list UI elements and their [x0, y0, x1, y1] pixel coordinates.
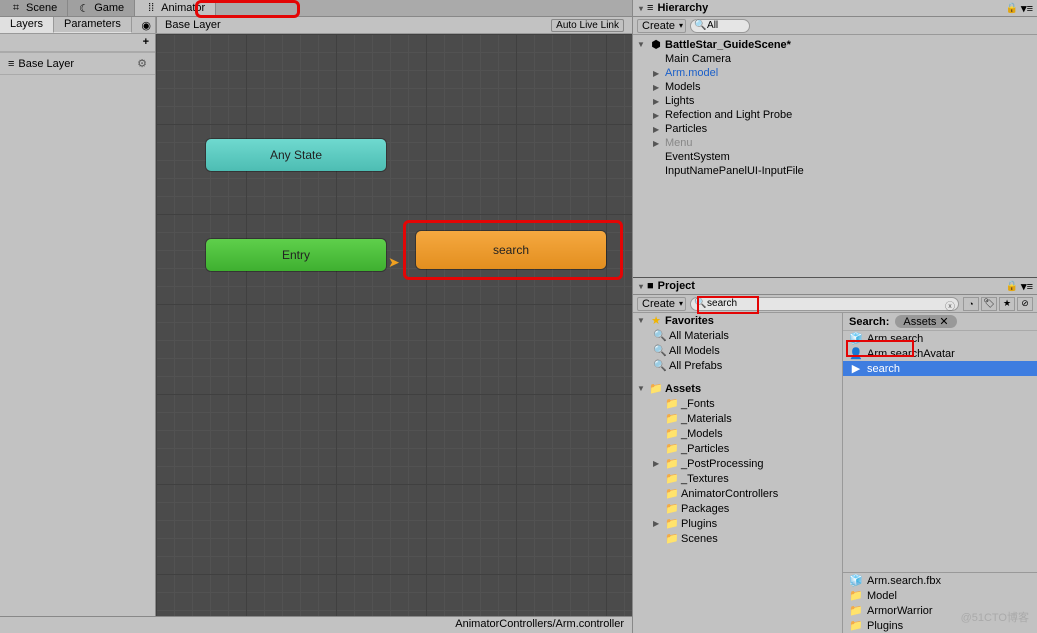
- highlight-search-node: [403, 220, 623, 280]
- panel-menu-icon[interactable]: ▾≡: [1021, 2, 1033, 15]
- animator-graph[interactable]: Any State Entry ➤ search: [156, 34, 632, 616]
- hierarchy-item[interactable]: EventSystem: [633, 150, 1037, 164]
- lock-icon[interactable]: 🔒: [1006, 3, 1018, 14]
- hierarchy-create-button[interactable]: Create: [637, 19, 686, 33]
- hierarchy-item[interactable]: ▶Models: [633, 80, 1037, 94]
- clear-icon[interactable]: ⓧ: [945, 298, 955, 313]
- assets-label: Assets: [665, 383, 701, 395]
- project-footer-item[interactable]: 📁Model: [843, 588, 1037, 603]
- panel-tri-icon: ▾: [639, 282, 643, 291]
- project-title: Project: [658, 280, 695, 292]
- highlight-animator-tab: [195, 0, 300, 18]
- favorites-label: Favorites: [665, 315, 714, 327]
- eye-toggle[interactable]: ◉: [132, 17, 156, 33]
- favorite-item[interactable]: 🔍All Materials: [633, 328, 842, 343]
- hierarchy-item[interactable]: ▶Refection and Light Probe: [633, 108, 1037, 122]
- game-icon: ☾: [78, 2, 90, 15]
- filter-icon[interactable]: ◔: [963, 297, 979, 311]
- panel-tri-icon: ▾: [639, 4, 643, 13]
- favorite-item[interactable]: 🔍All Models: [633, 343, 842, 358]
- lock-icon[interactable]: 🔒: [1006, 281, 1018, 292]
- project-footer-item[interactable]: 🧊Arm.search.fbx: [843, 573, 1037, 588]
- highlight-search-result: [846, 340, 914, 357]
- watermark: @51CTO博客: [961, 609, 1029, 625]
- panel-menu-icon[interactable]: ▾≡: [1021, 280, 1033, 293]
- hierarchy-tree[interactable]: ▼⬢ BattleStar_GuideScene* Main Camera▶Ar…: [633, 35, 1037, 277]
- layer-label: Base Layer: [18, 58, 74, 70]
- game-tab-label: Game: [94, 2, 124, 14]
- asset-folder[interactable]: 📁_Models: [633, 426, 842, 441]
- scene-tab-label: Scene: [26, 2, 57, 14]
- hierarchy-item[interactable]: InputNamePanelUI-InputFile: [633, 164, 1037, 178]
- layer-row[interactable]: ≡ Base Layer ⚙: [0, 52, 155, 75]
- project-create-button[interactable]: Create: [637, 297, 686, 311]
- hierarchy-filter-input[interactable]: [707, 20, 733, 31]
- project-result-item[interactable]: ▶search: [843, 361, 1037, 376]
- asset-folder[interactable]: 📁_Materials: [633, 411, 842, 426]
- hierarchy-search[interactable]: 🔍: [690, 19, 750, 33]
- highlight-search-field: [697, 296, 759, 314]
- asset-folder[interactable]: 📁AnimatorControllers: [633, 486, 842, 501]
- hierarchy-title: Hierarchy: [657, 2, 708, 14]
- hierarchy-item[interactable]: ▶Lights: [633, 94, 1037, 108]
- layers-tab[interactable]: Layers: [0, 17, 54, 33]
- hierarchy-item[interactable]: ▶Arm.model: [633, 66, 1037, 80]
- hidden-icon[interactable]: ⊘: [1017, 297, 1033, 311]
- search-label: Search:: [849, 316, 889, 328]
- add-layer-button[interactable]: +: [143, 36, 149, 49]
- label-icon[interactable]: 🏷: [981, 297, 997, 311]
- hierarchy-item[interactable]: ▶Menu: [633, 136, 1037, 150]
- scene-name: BattleStar_GuideScene*: [665, 39, 791, 51]
- transition-arrow: ➤: [388, 254, 400, 271]
- asset-folder[interactable]: ▶📁Plugins: [633, 516, 842, 531]
- favorite-item[interactable]: 🔍All Prefabs: [633, 358, 842, 373]
- parameters-tab[interactable]: Parameters: [54, 17, 132, 33]
- asset-folder[interactable]: 📁Packages: [633, 501, 842, 516]
- project-results[interactable]: 🧊Arm.search👤Arm.searchAvatar▶search: [843, 331, 1037, 572]
- assets-filter-pill[interactable]: Assets✕: [895, 315, 956, 328]
- animator-icon: ⁞⁞: [145, 2, 157, 14]
- project-folders[interactable]: ▼★Favorites 🔍All Materials🔍All Models🔍Al…: [633, 313, 843, 633]
- gear-icon[interactable]: ⚙: [137, 57, 147, 70]
- animator-path: AnimatorControllers/Arm.controller: [0, 616, 632, 633]
- layer-lines-icon: ≡: [8, 58, 14, 70]
- game-tab[interactable]: ☾ Game: [68, 0, 135, 16]
- favorites-row[interactable]: ▼★Favorites: [633, 313, 842, 328]
- asset-folder[interactable]: 📁Scenes: [633, 531, 842, 546]
- hierarchy-item[interactable]: ▶Particles: [633, 122, 1037, 136]
- breadcrumb: Base Layer: [165, 19, 221, 31]
- unity-icon: ⬢: [649, 38, 663, 51]
- asset-folder[interactable]: ▶📁_PostProcessing: [633, 456, 842, 471]
- auto-live-link-button[interactable]: Auto Live Link: [551, 19, 624, 32]
- star-icon[interactable]: ★: [999, 297, 1015, 311]
- scene-tab[interactable]: ⌗ Scene: [0, 0, 68, 16]
- node-entry[interactable]: Entry: [206, 239, 386, 271]
- scene-row[interactable]: ▼⬢ BattleStar_GuideScene*: [633, 37, 1037, 52]
- node-any-state[interactable]: Any State: [206, 139, 386, 171]
- search-icon: 🔍: [694, 20, 706, 31]
- scene-icon: ⌗: [10, 2, 22, 15]
- asset-folder[interactable]: 📁_Textures: [633, 471, 842, 486]
- main-tabs: ⌗Scene ☾Game ⁞⁞Animator: [0, 0, 632, 17]
- asset-folder[interactable]: 📁_Particles: [633, 441, 842, 456]
- hierarchy-item[interactable]: Main Camera: [633, 52, 1037, 66]
- assets-row[interactable]: ▼📁Assets: [633, 381, 842, 396]
- asset-folder[interactable]: 📁_Fonts: [633, 396, 842, 411]
